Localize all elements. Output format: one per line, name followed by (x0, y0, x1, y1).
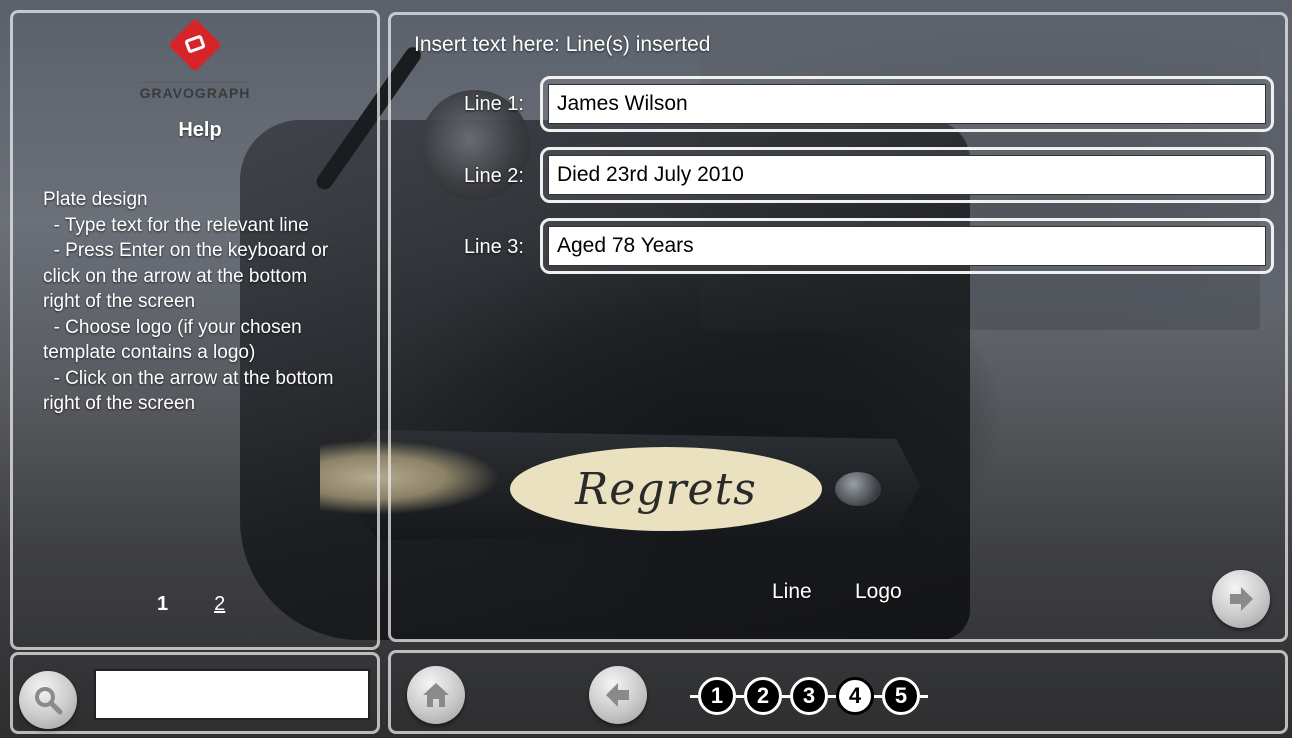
step-5[interactable]: 5 (882, 677, 920, 715)
next-button[interactable] (1212, 570, 1270, 628)
line-3-label: Line 3: (463, 236, 524, 258)
step-4-current[interactable]: 4 (836, 677, 874, 715)
step-connector (736, 694, 744, 698)
step-connector (690, 694, 698, 698)
line-mode-tab[interactable]: Line (772, 580, 812, 604)
line-1-field-frame (540, 76, 1274, 132)
help-title: Help (178, 119, 222, 141)
logo-icon (168, 18, 222, 72)
right-arrow-icon (1230, 587, 1253, 611)
brand-name: GRAVOGRAPH (139, 82, 251, 101)
help-line: - Type text for the relevant line (53, 214, 309, 236)
line-1-input[interactable] (548, 84, 1266, 124)
line-3-field-frame (540, 218, 1274, 274)
step-connector (920, 694, 928, 698)
help-page-2[interactable]: 2 (214, 593, 225, 616)
line-2-input[interactable] (548, 155, 1266, 195)
line-1-label: Line 1: (463, 93, 524, 115)
step-connector (782, 694, 790, 698)
logo-mode-tab[interactable]: Logo (855, 580, 902, 604)
step-connector (874, 694, 882, 698)
back-button[interactable] (589, 666, 647, 724)
help-line: - Choose logo (if your chosen template c… (43, 316, 302, 364)
help-text: Plate design - Type text for the relevan… (43, 187, 343, 417)
magnifier-icon (35, 687, 63, 715)
home-icon (423, 683, 449, 707)
home-button[interactable] (407, 666, 465, 724)
line-2-field-frame (540, 147, 1274, 203)
search-button[interactable] (19, 671, 77, 729)
help-heading: Plate design (43, 189, 148, 210)
help-line: - Click on the arrow at the bottom right… (43, 367, 334, 415)
step-indicator: 1 2 3 4 5 (690, 676, 928, 716)
line-3-input[interactable] (548, 226, 1266, 266)
step-3[interactable]: 3 (790, 677, 828, 715)
help-line: - Press Enter on the keyboard or click o… (43, 240, 329, 312)
insert-text-header: Insert text here: Line(s) inserted (414, 33, 711, 56)
help-pagination: 1 2 (157, 593, 225, 616)
step-2[interactable]: 2 (744, 677, 782, 715)
step-1[interactable]: 1 (698, 677, 736, 715)
left-arrow-icon (606, 683, 629, 707)
brand-logo: GRAVOGRAPH (120, 14, 270, 124)
help-page-1[interactable]: 1 (157, 593, 168, 616)
step-connector (828, 694, 836, 698)
search-input[interactable] (94, 669, 370, 720)
line-2-label: Line 2: (463, 165, 524, 187)
